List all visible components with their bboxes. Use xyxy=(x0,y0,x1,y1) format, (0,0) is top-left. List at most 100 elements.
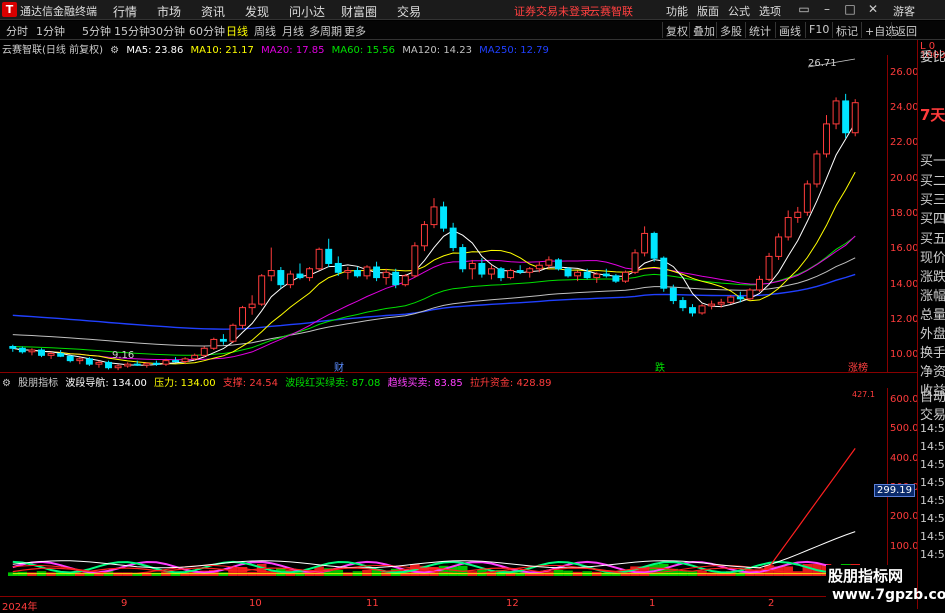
side-panel-item[interactable]: 涨跌 xyxy=(920,266,945,285)
tool-adjust[interactable]: 复权 xyxy=(662,22,691,38)
candle-body xyxy=(47,353,55,356)
candle-body xyxy=(641,232,649,254)
side-panel-item[interactable]: 自动 xyxy=(920,386,945,405)
close-icon[interactable]: ✕ xyxy=(865,2,881,17)
candle xyxy=(746,288,754,301)
login-notice[interactable]: 证券交易未登录 xyxy=(514,3,591,19)
tab-weekly[interactable]: 周线 xyxy=(254,23,276,39)
tab-intraday[interactable]: 分时 xyxy=(6,23,28,39)
side-panel-item[interactable]: 涨幅 xyxy=(920,285,945,304)
tab-60min[interactable]: 60分钟 xyxy=(189,23,225,39)
side-panel-item[interactable]: 净资 xyxy=(920,361,945,380)
menu-options[interactable]: 选项 xyxy=(759,3,781,19)
menu-function[interactable]: 功能 xyxy=(666,3,688,19)
candle xyxy=(344,267,352,280)
menu-formula[interactable]: 公式 xyxy=(728,3,750,19)
tab-15min[interactable]: 15分钟 xyxy=(114,23,150,39)
candle-body xyxy=(95,361,103,365)
candle xyxy=(497,267,505,282)
menu-trade[interactable]: 交易 xyxy=(397,3,421,20)
side-panel-item[interactable]: 14:56 xyxy=(920,512,945,525)
candle xyxy=(756,275,763,292)
tab-30min[interactable]: 30分钟 xyxy=(149,23,185,39)
candle-body xyxy=(38,349,45,356)
side-panel-item[interactable]: 买四 xyxy=(920,208,945,227)
candle-body xyxy=(727,296,735,303)
tab-daily[interactable]: 日线 xyxy=(226,23,248,39)
candle-body xyxy=(803,183,811,213)
tool-overlay[interactable]: 叠加 xyxy=(689,22,718,38)
menu-quotes[interactable]: 行情 xyxy=(113,3,137,20)
side-panel-item[interactable]: 现价 xyxy=(920,247,945,266)
side-panel-item[interactable]: 买五 xyxy=(920,228,945,247)
side-panel-item[interactable]: 14:56 xyxy=(920,548,945,561)
panel-divider[interactable] xyxy=(0,372,917,373)
candle xyxy=(803,180,811,216)
side-panel-item[interactable]: 14:56 xyxy=(920,458,945,471)
candlestick-chart[interactable] xyxy=(0,55,888,373)
side-panel-item[interactable]: 14:56 xyxy=(920,494,945,507)
tab-1min[interactable]: 1分钟 xyxy=(36,23,65,39)
indicator-chart[interactable] xyxy=(0,388,888,594)
tool-stats[interactable]: 统计 xyxy=(745,22,774,38)
side-panel-item[interactable]: 7天 xyxy=(920,104,945,125)
side-panel-item[interactable]: 外盘 xyxy=(920,323,945,342)
quote-side-panel: L 0 1000 委比 7天 买一 买二 买三 买四 买五 现价 涨跌 涨幅 总量 外盘 换手 净资 收益 自动… xyxy=(917,40,945,609)
side-panel-item[interactable]: 14:56 xyxy=(920,440,945,453)
candle-body xyxy=(219,338,227,342)
indicator-bar xyxy=(151,572,162,576)
side-panel-item[interactable]: 买一 xyxy=(920,150,945,169)
tab-more[interactable]: 更多 xyxy=(344,23,366,39)
main-price-axis: 26.00 24.00 22.00 20.00 18.00 16.00 14.00 12.00… xyxy=(887,55,919,373)
candle-body xyxy=(794,211,802,219)
tool-mark[interactable]: 标记 xyxy=(832,22,861,38)
side-panel-item[interactable]: 换手 xyxy=(920,342,945,361)
indicator-bar xyxy=(515,572,525,576)
app-title: 通达信金融终端 xyxy=(20,5,97,18)
tool-f10[interactable]: F10 xyxy=(805,22,832,38)
menu-discover[interactable]: 发现 xyxy=(245,3,269,20)
tool-multi-stock[interactable]: 多股 xyxy=(716,22,745,38)
user-label[interactable]: 游客 xyxy=(893,3,915,19)
menu-layout[interactable]: 版面 xyxy=(697,3,719,19)
tab-multi-period[interactable]: 多周期 xyxy=(309,23,342,39)
candle xyxy=(449,222,457,252)
tab-5min[interactable]: 5分钟 xyxy=(82,23,111,39)
candle xyxy=(660,256,668,292)
menu-market[interactable]: 市场 xyxy=(157,3,181,20)
minimize-icon[interactable]: – xyxy=(819,2,835,17)
tab-monthly[interactable]: 月线 xyxy=(282,23,304,39)
candle xyxy=(18,346,26,354)
window-menu-icon[interactable]: ▭ xyxy=(796,2,812,17)
side-panel-item[interactable]: 14:56 xyxy=(920,422,945,435)
candle xyxy=(727,295,735,305)
side-panel-item[interactable]: 交易 xyxy=(920,404,945,423)
candle xyxy=(57,350,65,358)
candle xyxy=(363,265,371,280)
candle xyxy=(66,355,74,363)
candle xyxy=(85,357,93,366)
side-panel-item[interactable]: 总量 xyxy=(920,304,945,323)
side-panel-item[interactable]: 14:56 xyxy=(920,476,945,489)
side-panel-item[interactable]: 买二 xyxy=(920,170,945,189)
maximize-icon[interactable]: □ xyxy=(842,2,858,17)
candle-body xyxy=(296,273,304,279)
app-logo: T xyxy=(2,2,17,17)
menu-ask[interactable]: 问小达 xyxy=(289,3,325,20)
candle-body xyxy=(708,303,716,307)
tool-back[interactable]: 返回 xyxy=(891,22,920,38)
y-tick: 18.00 xyxy=(890,208,919,219)
candle-body xyxy=(602,273,610,277)
candle xyxy=(248,295,256,315)
candle xyxy=(38,348,45,358)
side-panel-item[interactable]: 委比 xyxy=(920,46,945,65)
tool-draw[interactable]: 画线 xyxy=(775,22,804,38)
menu-news[interactable]: 资讯 xyxy=(201,3,225,20)
candle-body xyxy=(239,307,247,326)
candle-body xyxy=(18,347,26,353)
menu-fortune[interactable]: 财富圈 xyxy=(341,3,377,20)
side-panel-item[interactable]: 买三 xyxy=(920,189,945,208)
candle xyxy=(47,351,55,359)
side-panel-item[interactable]: 14:56 xyxy=(920,530,945,543)
y-tick: 22.00 xyxy=(890,137,919,149)
